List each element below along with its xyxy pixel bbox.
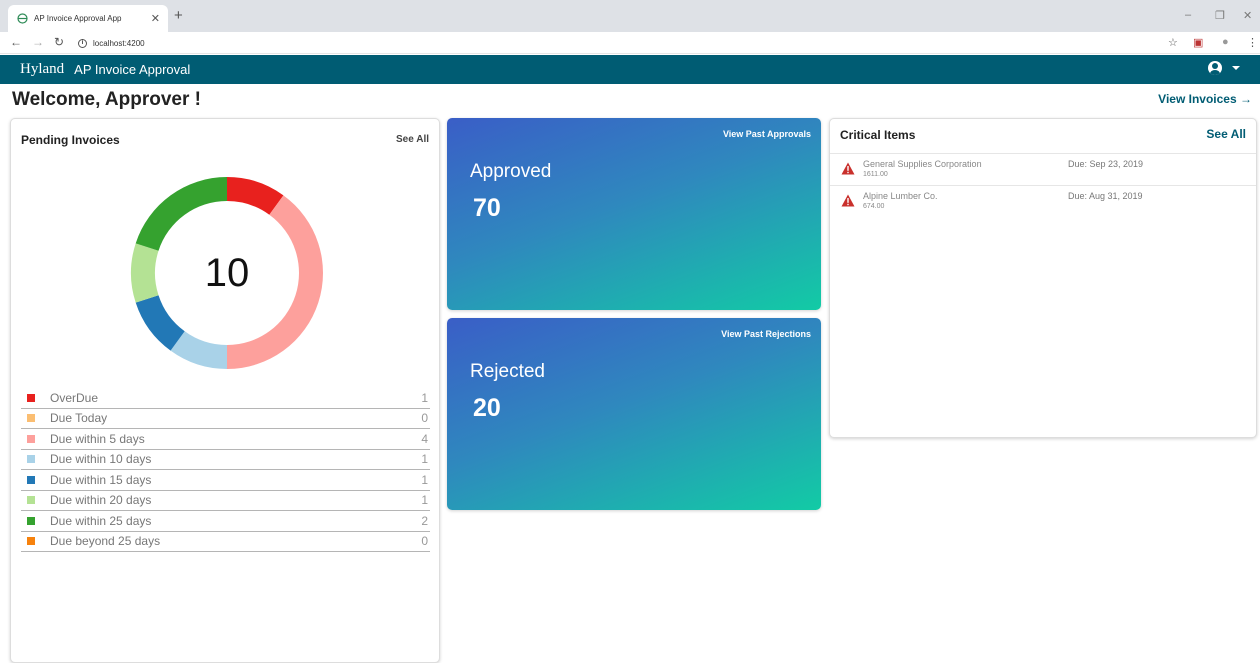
legend-swatch (27, 537, 35, 546)
legend-label: OverDue (50, 390, 99, 405)
vendor-name: General Supplies Corporation (863, 159, 982, 169)
legend-swatch (27, 516, 35, 525)
legend-label: Due beyond 25 days (50, 534, 161, 549)
rejected-title: Rejected (470, 361, 545, 382)
pending-donut-chart: 10 (131, 177, 323, 369)
warning-icon (841, 194, 855, 207)
back-icon[interactable]: ← (10, 35, 22, 49)
app-favicon-icon (16, 13, 28, 25)
legend-swatch (27, 434, 35, 443)
address-bar[interactable]: i localhost:4200 (78, 35, 145, 51)
legend-count: 0 (421, 534, 428, 549)
legend-swatch (27, 455, 35, 464)
vendor-name: Alpine Lumber Co. (863, 191, 938, 201)
new-tab-icon[interactable]: + (174, 8, 183, 23)
page-title: Welcome, Approver ! (12, 89, 201, 110)
minimize-icon[interactable]: – (1185, 9, 1191, 21)
legend-row[interactable]: Due within 10 days 1 (21, 450, 430, 470)
rejected-count: 20 (473, 394, 501, 422)
pending-see-all-link[interactable]: See All (396, 134, 429, 145)
list-item[interactable]: Alpine Lumber Co. 674.00 Due: Aug 31, 20… (830, 185, 1256, 217)
reload-icon[interactable]: ↻ (54, 35, 64, 49)
legend-row[interactable]: OverDue 1 (21, 388, 430, 409)
legend-swatch (27, 393, 35, 402)
user-menu[interactable] (1208, 61, 1240, 75)
app-title: AP Invoice Approval (74, 62, 191, 77)
approved-card: View Past Approvals Approved 70 (447, 118, 821, 310)
url-text: localhost:4200 (93, 38, 145, 48)
bookmark-star-icon[interactable]: ☆ (1168, 36, 1178, 49)
chevron-down-icon[interactable] (1232, 66, 1240, 70)
warning-icon (841, 162, 855, 175)
browser-tabstrip: AP Invoice Approval App ✕ + – ❐ ✕ (0, 0, 1260, 32)
due-date: Due: Aug 31, 2019 (1068, 191, 1143, 201)
pending-invoices-card: Pending Invoices See All 10 OverDue 1 Due … (10, 118, 440, 663)
legend-count: 1 (421, 452, 428, 467)
legend-row[interactable]: Due within 25 days 2 (21, 511, 430, 532)
legend-row[interactable]: Due Today 0 (21, 409, 430, 429)
legend-swatch (27, 496, 35, 505)
browser-menu-icon[interactable]: ⋮ (1247, 36, 1258, 49)
critical-list: General Supplies Corporation 1611.00 Due… (830, 153, 1256, 217)
card-title: Pending Invoices (21, 133, 120, 147)
forward-icon[interactable]: → (32, 35, 44, 49)
profile-icon[interactable]: ● (1222, 36, 1229, 48)
legend-count: 2 (421, 513, 428, 528)
browser-toolbar: ← → ↻ i localhost:4200 ☆ ▣ ● ⋮ (0, 32, 1260, 54)
app-header: Hyland AP Invoice Approval (0, 55, 1260, 84)
invoice-amount: 674.00 (863, 203, 885, 210)
legend-swatch (27, 475, 35, 484)
approved-count: 70 (473, 194, 501, 222)
donut-slice-due-within-20-days[interactable] (131, 243, 159, 303)
legend-label: Due within 20 days (50, 493, 152, 508)
legend-count: 0 (421, 411, 428, 426)
view-invoices-link[interactable]: View Invoices → (1158, 92, 1252, 106)
pending-legend: OverDue 1 Due Today 0 Due within 5 days 4 Due … (21, 388, 430, 552)
legend-row[interactable]: Due within 20 days 1 (21, 491, 430, 511)
user-avatar-icon[interactable] (1208, 61, 1222, 75)
pdf-extension-icon[interactable]: ▣ (1193, 36, 1203, 49)
site-info-icon[interactable]: i (78, 38, 87, 48)
rejected-card: View Past Rejections Rejected 20 (447, 318, 821, 510)
invoice-amount: 1611.00 (863, 171, 888, 178)
legend-label: Due within 5 days (50, 431, 145, 446)
legend-label: Due within 15 days (50, 472, 152, 487)
close-window-icon[interactable]: ✕ (1243, 9, 1252, 22)
due-date: Due: Sep 23, 2019 (1068, 159, 1144, 169)
restore-icon[interactable]: ❐ (1215, 9, 1225, 22)
tab-close-icon[interactable]: ✕ (151, 12, 160, 25)
legend-row[interactable]: Due within 15 days 1 (21, 470, 430, 491)
legend-swatch (27, 414, 35, 423)
legend-row[interactable]: Due beyond 25 days 0 (21, 532, 430, 552)
approved-title: Approved (470, 161, 552, 182)
browser-tab[interactable]: AP Invoice Approval App ✕ (8, 5, 168, 32)
legend-count: 1 (421, 390, 428, 405)
donut-slice-due-within-25-days[interactable] (135, 177, 227, 251)
legend-count: 1 (421, 493, 428, 508)
legend-label: Due Today (50, 411, 108, 426)
donut-center-total: 10 (205, 251, 250, 295)
critical-items-card: Critical Items See All General Supplies … (829, 118, 1257, 438)
legend-label: Due within 10 days (50, 452, 152, 467)
list-item[interactable]: General Supplies Corporation 1611.00 Due… (830, 153, 1256, 185)
legend-count: 1 (421, 472, 428, 487)
view-past-rejections-link[interactable]: View Past Rejections (721, 329, 811, 339)
card-title: Critical Items (840, 128, 916, 142)
view-past-approvals-link[interactable]: View Past Approvals (723, 129, 811, 139)
legend-count: 4 (421, 431, 428, 446)
legend-label: Due within 25 days (50, 513, 152, 528)
critical-see-all-link[interactable]: See All (1206, 127, 1246, 141)
legend-row[interactable]: Due within 5 days 4 (21, 429, 430, 450)
brand-logo[interactable]: Hyland (20, 61, 64, 78)
tab-title: AP Invoice Approval App (34, 14, 122, 23)
